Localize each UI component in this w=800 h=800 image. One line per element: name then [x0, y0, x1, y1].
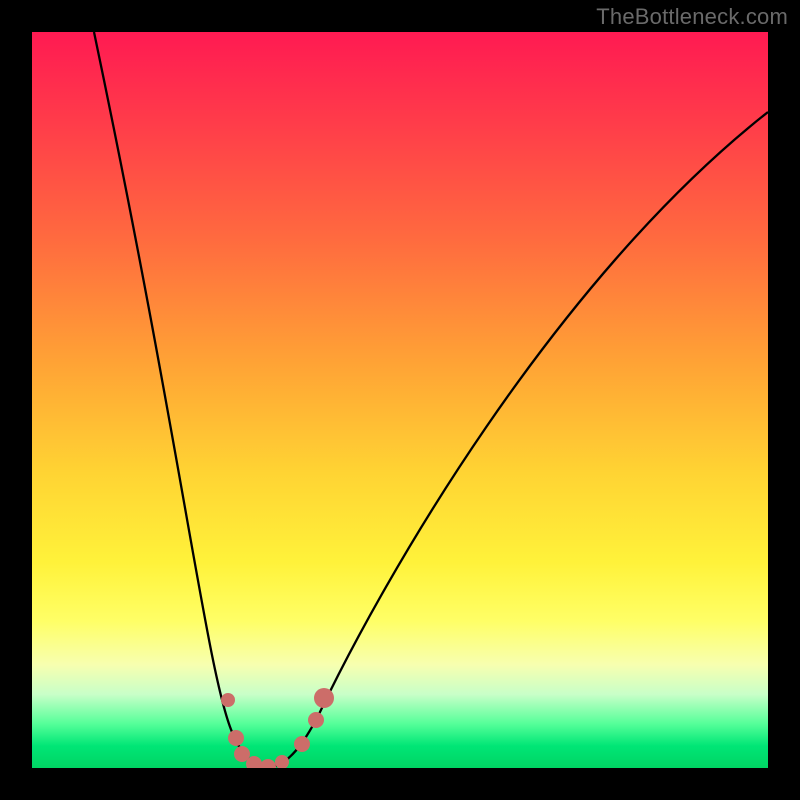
chart-frame: TheBottleneck.com [0, 0, 800, 800]
curve-marker [294, 736, 310, 752]
curve-layer [32, 32, 768, 768]
curve-marker [275, 755, 289, 768]
plot-area [32, 32, 768, 768]
curve-marker [308, 712, 324, 728]
bottleneck-curve [94, 32, 768, 767]
curve-markers [221, 688, 334, 768]
watermark-text: TheBottleneck.com [596, 4, 788, 30]
curve-marker [314, 688, 334, 708]
curve-marker [228, 730, 244, 746]
curve-marker [221, 693, 235, 707]
curve-marker [260, 759, 276, 768]
